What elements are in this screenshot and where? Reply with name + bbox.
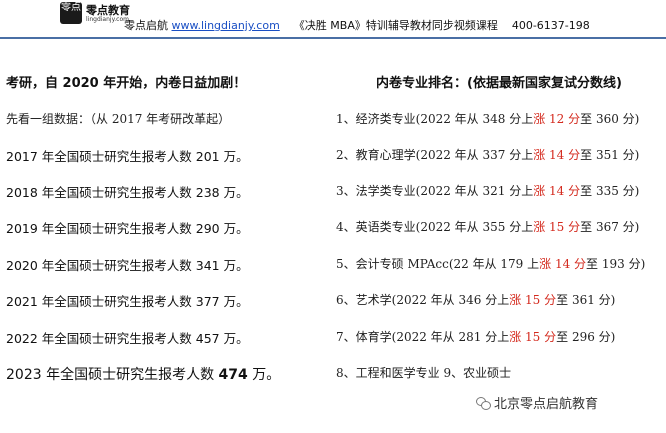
wechat-icon: [476, 397, 491, 410]
stat-row: 2018 年全国硕士研究生报考人数 238 万。: [6, 185, 249, 200]
right-heading: 内卷专业排名：(依据最新国家复试分数线): [376, 76, 622, 91]
logo-icon: 零点: [60, 2, 82, 24]
ranking-item: 5、会计专硕 MPAcc(22 年从 179 上涨 14 分至 193 分): [336, 257, 646, 271]
ranking-item: 2、教育心理学(2022 年从 337 分上涨 14 分至 351 分): [336, 148, 640, 162]
intro-text: 先看一组数据：（从 2017 年考研改革起）: [6, 112, 231, 126]
stat-row: 2020 年全国硕士研究生报考人数 341 万。: [6, 258, 249, 273]
phone-number: 400-6137-198: [511, 19, 590, 32]
brand-url: lingdianjy.com: [86, 16, 129, 23]
ranking-item: 3、法学类专业(2022 年从 321 分上涨 14 分至 335 分): [336, 184, 640, 198]
left-heading: 考研，自 2020 年开始，内卷日益加剧！: [6, 76, 247, 91]
org-name: 零点启航: [124, 19, 168, 32]
ranking-item: 4、英语类专业(2022 年从 355 分上涨 15 分至 367 分): [336, 220, 640, 234]
stat-row: 2021 年全国硕士研究生报考人数 377 万。: [6, 294, 249, 309]
ranking-item: 6、艺术学(2022 年从 346 分上涨 15 分至 361 分): [336, 293, 616, 307]
header-info: 零点启航 www.lingdianjy.com 《决胜 MBA》特训辅导教材同步…: [124, 17, 590, 33]
stat-row: 2017 年全国硕士研究生报考人数 201 万。: [6, 149, 249, 164]
ranking-item: 7、体育学(2022 年从 281 分上涨 15 分至 296 分): [336, 330, 616, 344]
course-title: 《决胜 MBA》特训辅导教材同步视频课程: [293, 19, 498, 32]
stat-row-latest: 2023 年全国硕士研究生报考人数 474 万。: [6, 367, 281, 383]
stat-row: 2022 年全国硕士研究生报考人数 457 万。: [6, 331, 249, 346]
stat-row: 2019 年全国硕士研究生报考人数 290 万。: [6, 221, 249, 236]
ranking-item: 8、工程和医学专业 9、农业硕士: [336, 366, 512, 380]
page-header: 零点 零点教育 lingdianjy.com 零点启航 www.lingdian…: [0, 0, 666, 40]
footer-text: 北京零点启航教育: [494, 397, 599, 412]
footer-watermark: 北京零点启航教育: [476, 393, 598, 412]
ranking-item: 1、经济类专业(2022 年从 348 分上涨 12 分至 360 分): [336, 112, 640, 126]
header-divider: [0, 37, 666, 39]
website-link[interactable]: www.lingdianjy.com: [172, 19, 280, 32]
